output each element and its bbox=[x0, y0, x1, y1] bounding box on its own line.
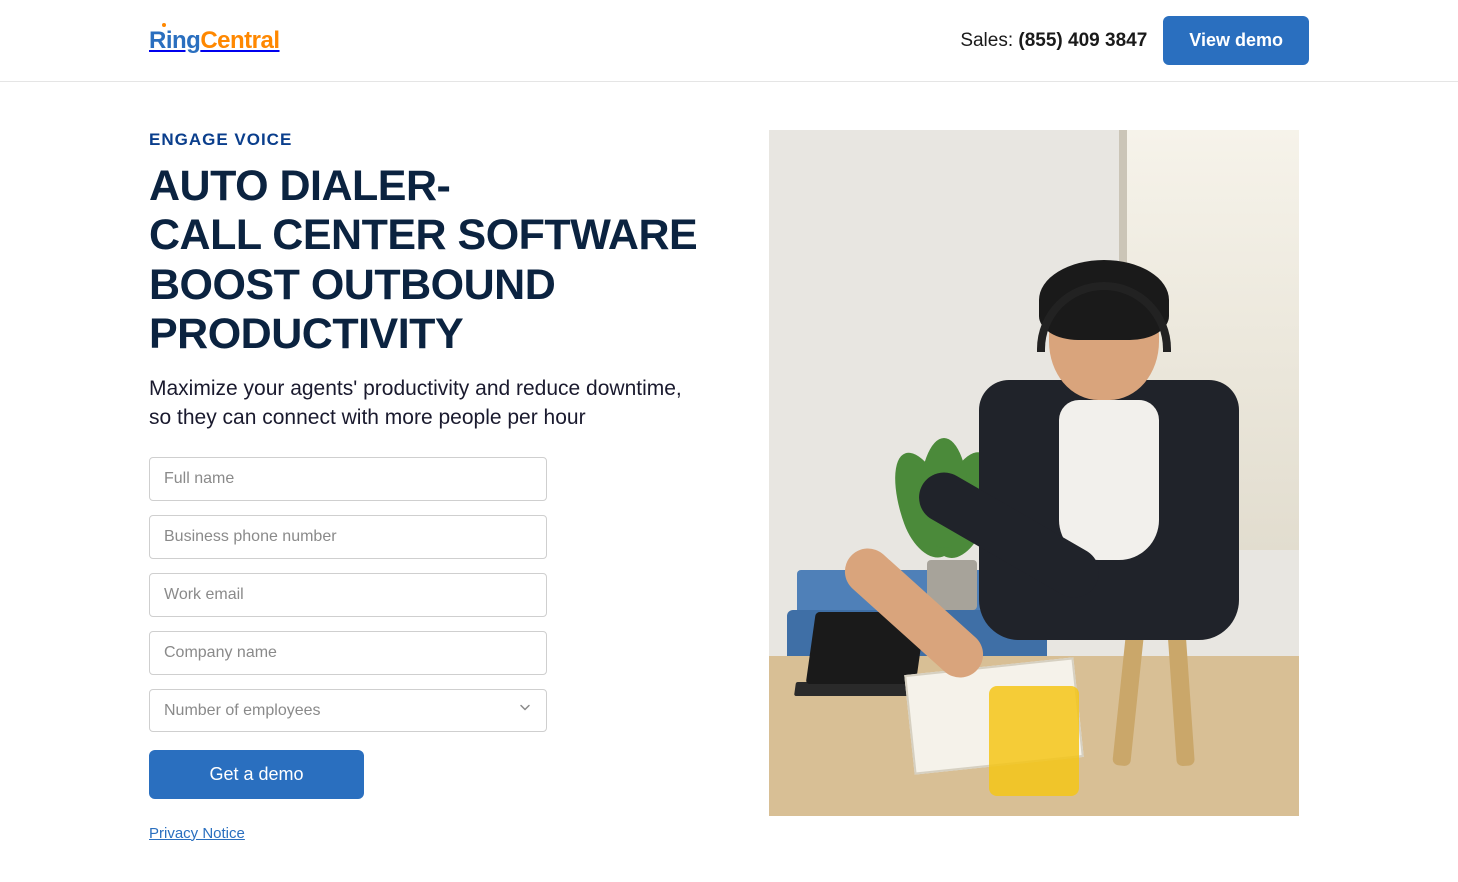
logo-ring: Ring bbox=[149, 27, 200, 55]
eyebrow: ENGAGE VOICE bbox=[149, 130, 709, 150]
demo-form: Number of employees Get a demo Privacy N… bbox=[149, 457, 547, 842]
hero-person bbox=[939, 260, 1259, 730]
privacy-notice-link[interactable]: Privacy Notice bbox=[149, 825, 547, 842]
get-demo-button[interactable]: Get a demo bbox=[149, 750, 364, 799]
business-phone-input[interactable] bbox=[149, 515, 547, 559]
sales-phone-link[interactable]: (855) 409 3847 bbox=[1018, 30, 1147, 51]
view-demo-button[interactable]: View demo bbox=[1163, 16, 1309, 65]
logo-ring-text: Ring bbox=[149, 27, 200, 54]
logo[interactable]: RingCentral bbox=[149, 27, 280, 55]
sales-text: Sales: (855) 409 3847 bbox=[960, 30, 1147, 52]
employees-select-wrap: Number of employees bbox=[149, 689, 547, 732]
logo-central-text: Central bbox=[200, 27, 279, 55]
title-line-1: AUTO DIALER- bbox=[149, 162, 450, 210]
title-line-3: BOOST OUTBOUND PRODUCTIVITY bbox=[149, 261, 555, 358]
hero-image bbox=[769, 130, 1299, 816]
hero-left: ENGAGE VOICE AUTO DIALER- CALL CENTER SO… bbox=[149, 130, 709, 842]
work-email-input[interactable] bbox=[149, 573, 547, 617]
hero-right bbox=[769, 130, 1299, 842]
title-line-2: CALL CENTER SOFTWARE bbox=[149, 211, 697, 259]
header-right: Sales: (855) 409 3847 View demo bbox=[960, 16, 1309, 65]
employees-select[interactable]: Number of employees bbox=[149, 689, 547, 732]
subtitle: Maximize your agents' productivity and r… bbox=[149, 374, 709, 433]
page-title: AUTO DIALER- CALL CENTER SOFTWARE BOOST … bbox=[149, 162, 709, 360]
sales-label: Sales: bbox=[960, 30, 1018, 51]
main-content: ENGAGE VOICE AUTO DIALER- CALL CENTER SO… bbox=[149, 82, 1309, 882]
header-inner: RingCentral Sales: (855) 409 3847 View d… bbox=[149, 16, 1309, 65]
full-name-input[interactable] bbox=[149, 457, 547, 501]
site-header: RingCentral Sales: (855) 409 3847 View d… bbox=[0, 0, 1458, 82]
company-name-input[interactable] bbox=[149, 631, 547, 675]
logo-dot-icon bbox=[162, 23, 166, 27]
